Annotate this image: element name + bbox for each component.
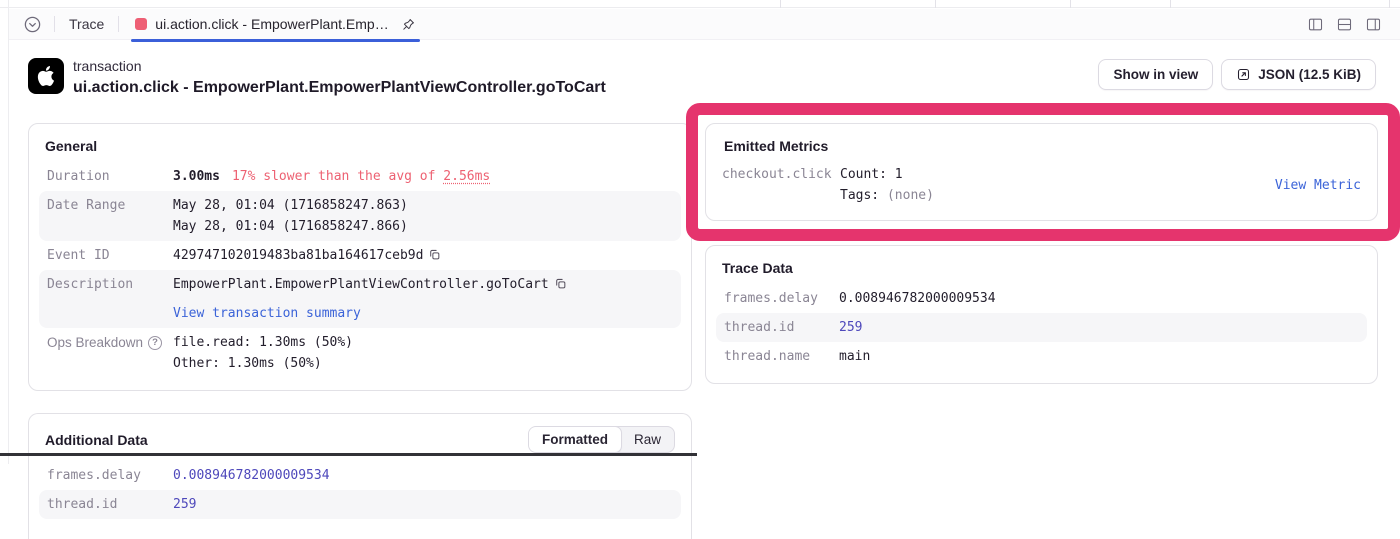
- thread-id-key: thread.id: [47, 494, 173, 515]
- thread-id-value: 259: [839, 317, 862, 338]
- copy-icon[interactable]: [554, 277, 567, 290]
- column-divider: [1070, 0, 1071, 8]
- show-in-view-label: Show in view: [1113, 67, 1198, 82]
- panel-left-border: [8, 0, 9, 464]
- row-thread-id: thread.id 259: [39, 490, 681, 519]
- copy-icon[interactable]: [428, 248, 441, 261]
- thread-id-value: 259: [173, 494, 196, 515]
- frames-delay-key: frames.delay: [724, 288, 839, 309]
- view-transaction-summary-link[interactable]: View transaction summary: [173, 306, 361, 321]
- row-thread-name: thread.name main: [716, 342, 1367, 371]
- dock-left-icon[interactable]: [1307, 16, 1324, 33]
- duration-label: Duration: [47, 166, 173, 187]
- thread-name-key: thread.name: [724, 346, 839, 367]
- drawer-tab-bar: Trace ui.action.click - EmpowerPlant.Emp…: [9, 9, 1400, 40]
- event-id-value: 429747102019483ba81ba164617ceb9d: [173, 248, 423, 263]
- column-divider: [780, 0, 781, 8]
- thread-id-key: thread.id: [724, 317, 839, 338]
- viewport-bottom-edge: [0, 453, 697, 456]
- additional-data-title: Additional Data: [45, 432, 148, 448]
- help-icon[interactable]: ?: [148, 336, 162, 350]
- description-label: Description: [47, 274, 173, 295]
- view-metric-link[interactable]: View Metric: [1275, 175, 1361, 196]
- general-title: General: [45, 138, 675, 154]
- avg-duration[interactable]: 2.56ms: [443, 169, 490, 184]
- apple-platform-icon: [28, 58, 64, 94]
- emitted-metrics-card: Emitted Metrics checkout.click Count: 1 …: [705, 123, 1378, 221]
- trace-data-card: Trace Data frames.delay 0.00894678200000…: [705, 245, 1378, 384]
- ops-breakdown-label: Ops Breakdown ?: [47, 332, 173, 353]
- duration-value: 3.00ms: [173, 166, 220, 187]
- row-description: Description EmpowerPlant.EmpowerPlantVie…: [39, 270, 681, 328]
- general-card: General Duration 3.00ms 17% slower than …: [28, 123, 692, 391]
- additional-data-card: Additional Data Formatted Raw frames.del…: [28, 413, 692, 539]
- tab-trace[interactable]: Trace: [67, 16, 106, 32]
- formatted-toggle-button[interactable]: Formatted: [528, 426, 622, 453]
- tab-divider: [54, 16, 55, 32]
- metric-name: checkout.click: [722, 164, 840, 185]
- frames-delay-value: 0.008946782000009534: [839, 288, 996, 309]
- json-download-button[interactable]: JSON (12.5 KiB): [1221, 59, 1376, 90]
- emitted-metrics-title: Emitted Metrics: [724, 138, 1357, 154]
- show-in-view-button[interactable]: Show in view: [1098, 59, 1213, 90]
- column-divider: [935, 0, 936, 8]
- metric-count: Count: 1: [840, 164, 934, 185]
- row-ops-breakdown: Ops Breakdown ? file.read: 1.30ms (50%) …: [39, 328, 681, 378]
- date-range-end: May 28, 01:04 (1716858247.866): [173, 216, 408, 237]
- row-event-id: Event ID 429747102019483ba81ba164617ceb9…: [39, 241, 681, 270]
- raw-toggle-button[interactable]: Raw: [621, 427, 674, 452]
- row-date-range: Date Range May 28, 01:04 (1716858247.863…: [39, 191, 681, 241]
- date-range-label: Date Range: [47, 195, 173, 216]
- row-thread-id: thread.id 259: [716, 313, 1367, 342]
- column-divider: [1389, 0, 1390, 8]
- ops-breakdown-item: Other: 1.30ms (50%): [173, 353, 353, 374]
- pin-tab-icon[interactable]: [401, 17, 416, 32]
- tab-transaction-label: ui.action.click - EmpowerPlant.Emp…: [155, 16, 388, 32]
- column-divider: [1170, 0, 1171, 8]
- external-link-icon: [1236, 67, 1251, 82]
- transaction-type-dot-icon: [135, 18, 147, 30]
- date-range-start: May 28, 01:04 (1716858247.863): [173, 195, 408, 216]
- json-button-label: JSON (12.5 KiB): [1258, 67, 1361, 82]
- tab-divider: [118, 16, 119, 32]
- format-toggle: Formatted Raw: [528, 426, 675, 453]
- tab-transaction-active[interactable]: ui.action.click - EmpowerPlant.Emp…: [131, 9, 419, 40]
- duration-comparison: 17% slower than the avg of 2.56ms: [232, 166, 490, 187]
- collapse-drawer-icon[interactable]: [23, 15, 42, 34]
- metric-tags: Tags: (none): [840, 185, 934, 206]
- event-type-label: transaction: [73, 56, 606, 76]
- dock-bottom-icon[interactable]: [1336, 16, 1353, 33]
- description-value: EmpowerPlant.EmpowerPlantViewController.…: [173, 277, 549, 292]
- frames-delay-key: frames.delay: [47, 465, 173, 486]
- ops-breakdown-item: file.read: 1.30ms (50%): [173, 332, 353, 353]
- page-title: ui.action.click - EmpowerPlant.EmpowerPl…: [73, 77, 606, 99]
- highlight-annotation: Emitted Metrics checkout.click Count: 1 …: [686, 103, 1400, 241]
- event-id-label: Event ID: [47, 245, 173, 266]
- thread-name-value: main: [839, 346, 870, 367]
- row-frames-delay: frames.delay 0.008946782000009534: [716, 284, 1367, 313]
- frames-delay-value: 0.008946782000009534: [173, 465, 330, 486]
- metric-row: checkout.click Count: 1 Tags: (none) Vie…: [720, 162, 1363, 208]
- transaction-header: transaction ui.action.click - EmpowerPla…: [9, 40, 1400, 99]
- row-frames-delay: frames.delay 0.008946782000009534: [39, 461, 681, 490]
- trace-data-title: Trace Data: [722, 260, 1361, 276]
- dock-right-icon[interactable]: [1365, 16, 1382, 33]
- row-duration: Duration 3.00ms 17% slower than the avg …: [39, 162, 681, 191]
- top-cropped-strip: [0, 0, 1400, 8]
